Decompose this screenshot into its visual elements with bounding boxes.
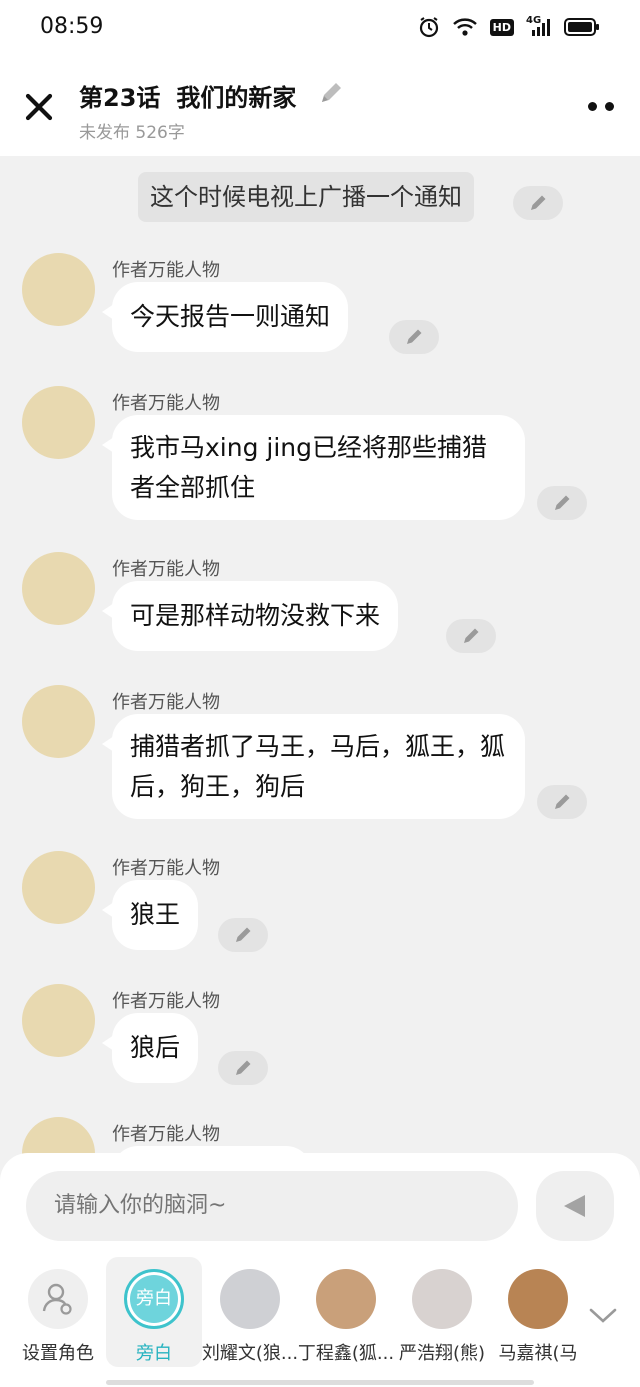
message-bubble[interactable]: 今天报告一则通知: [102, 282, 349, 352]
page-title: 第23话 我们的新家: [79, 78, 296, 113]
role-label: 严浩翔(熊): [398, 1343, 486, 1364]
message-bubble[interactable]: 狼王: [102, 880, 199, 950]
role-character[interactable]: 丁程鑫(狐...: [298, 1257, 394, 1367]
edit-message-button[interactable]: [513, 186, 563, 220]
battery-icon: [564, 18, 599, 36]
avatar[interactable]: [22, 984, 95, 1057]
role-settings-icon: [28, 1269, 88, 1329]
pencil-icon: [236, 927, 251, 942]
narration-avatar: 旁白: [124, 1269, 184, 1329]
editor-header: 第23话 我们的新家 未发布 526字: [0, 56, 640, 156]
avatar[interactable]: [22, 552, 95, 625]
role-selector: 设置角色 旁白 旁白 刘耀文(狼... 丁程鑫(狐... 严浩翔(熊) 马嘉祺(…: [0, 1257, 640, 1367]
avatar[interactable]: [22, 1117, 95, 1156]
role-character[interactable]: 马嘉祺(马: [490, 1257, 586, 1367]
character-avatar: [508, 1269, 568, 1329]
more-options-icon[interactable]: [588, 102, 614, 111]
pencil-icon: [464, 628, 479, 643]
edit-message-button[interactable]: [537, 785, 587, 819]
sender-name: 作者万能人物: [112, 1124, 220, 1145]
message-bubble[interactable]: 捕猎者抓了马王，马后，狐王，狐后，狗王，狗后: [102, 714, 525, 819]
message-bubble[interactable]: 可是那样动物没救下来: [102, 581, 399, 651]
edit-message-button[interactable]: [446, 619, 496, 653]
chevron-down-icon[interactable]: [588, 1305, 618, 1325]
pencil-icon: [555, 495, 570, 510]
chat-area[interactable]: 这个时候电视上广播一个通知 作者万能人物 今天报告一则通知 作者万能人物 我市马…: [0, 156, 640, 1156]
edit-message-button[interactable]: [218, 918, 268, 952]
status-bar: 08:59 HD 4G: [0, 0, 640, 56]
wifi-icon: [452, 18, 477, 36]
role-label: 马嘉祺(马: [498, 1343, 578, 1364]
character-avatar: [316, 1269, 376, 1329]
message-text: 捕猎者抓了马王，马后，狐王，狐后，狗王，狗后: [130, 731, 506, 801]
episode-number: 第23话: [79, 84, 161, 112]
sender-name: 作者万能人物: [112, 393, 220, 414]
edit-message-button[interactable]: [537, 486, 587, 520]
set-role-button[interactable]: 设置角色: [10, 1257, 106, 1367]
message-text: 狼王: [130, 900, 181, 929]
role-label: 刘耀文(狼...: [201, 1343, 299, 1364]
role-scrollbar[interactable]: [106, 1380, 534, 1385]
character-avatar: [412, 1269, 472, 1329]
pencil-icon: [407, 329, 422, 344]
message-text: 可是那样动物没救下来: [130, 601, 381, 630]
avatar[interactable]: [22, 253, 95, 326]
role-character[interactable]: 刘耀文(狼...: [202, 1257, 298, 1367]
episode-name: 我们的新家: [176, 84, 297, 112]
edit-message-button[interactable]: [218, 1051, 268, 1085]
sender-name: 作者万能人物: [112, 260, 220, 281]
message-text: 我市马xing jing已经将那些捕猎者全部抓住: [130, 432, 488, 502]
4g-signal-icon: 4G: [526, 15, 552, 37]
sender-name: 作者万能人物: [112, 858, 220, 879]
narration-message[interactable]: 这个时候电视上广播一个通知: [138, 172, 474, 222]
pencil-icon: [555, 794, 570, 809]
alarm-icon: [419, 17, 438, 38]
message-text: 今天报告一则通知: [130, 302, 331, 331]
pencil-icon: [531, 195, 546, 210]
avatar[interactable]: [22, 685, 95, 758]
send-button[interactable]: [536, 1171, 614, 1241]
pencil-icon: [236, 1060, 251, 1075]
message-bubble[interactable]: 我市马xing jing已经将那些捕猎者全部抓住: [102, 415, 525, 520]
sender-name: 作者万能人物: [112, 559, 220, 580]
role-label: 旁白: [136, 1343, 172, 1364]
publish-status: 未发布 526字: [79, 123, 185, 143]
avatar[interactable]: [22, 851, 95, 924]
edit-title-pencil-icon[interactable]: [318, 80, 344, 106]
sender-name: 作者万能人物: [112, 692, 220, 713]
composer-panel: 设置角色 旁白 旁白 刘耀文(狼... 丁程鑫(狐... 严浩翔(熊) 马嘉祺(…: [0, 1153, 640, 1387]
message-text: 狼后: [130, 1033, 181, 1062]
avatar[interactable]: [22, 386, 95, 459]
edit-message-button[interactable]: [389, 320, 439, 354]
status-icons: HD 4G: [418, 15, 600, 38]
status-time: 08:59: [40, 14, 104, 39]
send-icon: [564, 1195, 585, 1217]
role-narration[interactable]: 旁白 旁白: [106, 1257, 202, 1367]
message-input[interactable]: [26, 1171, 518, 1241]
hd-icon: HD: [489, 18, 514, 36]
role-character[interactable]: 严浩翔(熊): [394, 1257, 490, 1367]
character-avatar: [220, 1269, 280, 1329]
close-icon[interactable]: [22, 90, 56, 124]
role-label: 丁程鑫(狐...: [297, 1343, 395, 1364]
message-bubble[interactable]: 狼后: [102, 1013, 199, 1083]
sender-name: 作者万能人物: [112, 991, 220, 1012]
role-label: 设置角色: [22, 1343, 94, 1364]
